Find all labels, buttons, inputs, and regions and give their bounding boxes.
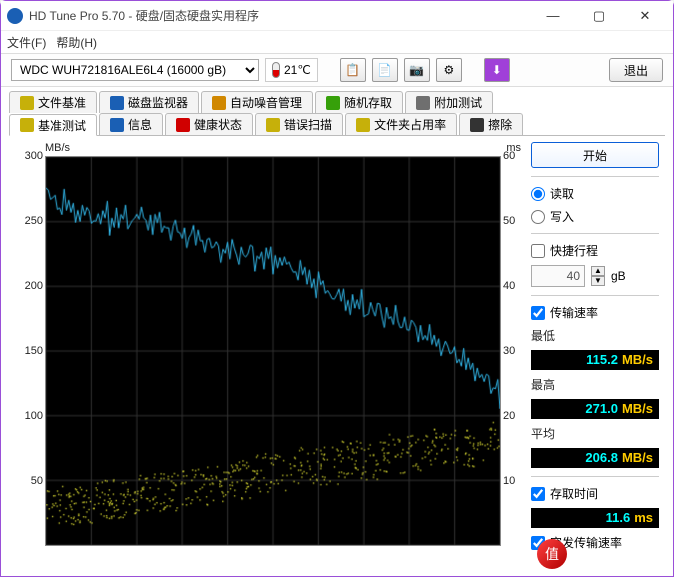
tab-icon [176, 118, 190, 132]
tab-label: 健康状态 [194, 116, 242, 133]
exit-button[interactable]: 退出 [609, 58, 663, 82]
copy-info-button[interactable]: 📄 [372, 58, 398, 82]
titlebar: HD Tune Pro 5.70 - 硬盘/固态硬盘实用程序 ― ▢ ✕ [1, 1, 673, 31]
toolbar: WDC WUH721816ALE6L4 (16000 gB) 21℃ 📋 📄 📷… [1, 53, 673, 87]
temperature-value: 21℃ [284, 63, 311, 77]
close-button[interactable]: ✕ [623, 2, 667, 30]
tab-label: 随机存取 [344, 94, 392, 111]
tab-信息[interactable]: 信息 [99, 113, 163, 135]
min-value: 115.2MB/s [531, 350, 659, 370]
tab-label: 文件夹占用率 [374, 116, 446, 133]
max-label: 最高 [531, 376, 659, 393]
short-stroke-unit: gB [611, 269, 626, 283]
drive-select[interactable]: WDC WUH721816ALE6L4 (16000 gB) [11, 59, 259, 81]
y-axis-left-label: MB/s [45, 142, 70, 154]
maximize-button[interactable]: ▢ [577, 2, 621, 30]
tab-label: 基准测试 [38, 117, 86, 134]
y-left-tick: 250 [17, 215, 43, 227]
tab-磁盘监视器[interactable]: 磁盘监视器 [99, 91, 199, 113]
thermometer-icon [272, 62, 280, 78]
start-button[interactable]: 开始 [531, 142, 659, 168]
tab-icon [266, 118, 280, 132]
window-title: HD Tune Pro 5.70 - 硬盘/固态硬盘实用程序 [29, 7, 531, 24]
write-radio[interactable]: 写入 [531, 208, 659, 225]
tab-icon [212, 96, 226, 110]
y-right-tick: 30 [503, 345, 523, 357]
tab-基准测试[interactable]: 基准测试 [9, 114, 97, 136]
settings-button[interactable]: ⚙ [436, 58, 462, 82]
menu-file[interactable]: 文件(F) [7, 34, 46, 51]
tab-icon [20, 96, 34, 110]
save-button[interactable]: ⬇ [484, 58, 510, 82]
spin-down[interactable]: ▼ [591, 276, 605, 286]
tab-icon [110, 118, 124, 132]
read-radio[interactable]: 读取 [531, 185, 659, 202]
side-panel: 开始 读取 写入 快捷行程 ▲▼ gB 传输速率 最低 115.2MB/s 最高… [531, 142, 659, 562]
chart-area: MB/s ms 30025020015010050 605040302010 [15, 142, 525, 562]
y-right-tick: 60 [503, 150, 523, 162]
burst-rate-checkbox[interactable]: 突发传输速率 [531, 534, 659, 551]
tab-擦除[interactable]: 擦除 [459, 113, 523, 135]
tab-icon [110, 96, 124, 110]
minimize-button[interactable]: ― [531, 2, 575, 30]
tab-健康状态[interactable]: 健康状态 [165, 113, 253, 135]
y-left-tick: 100 [17, 410, 43, 422]
access-time-value: 11.6ms [531, 508, 659, 528]
y-right-tick: 10 [503, 475, 523, 487]
tab-icon [326, 96, 340, 110]
y-left-tick: 300 [17, 150, 43, 162]
avg-value: 206.8MB/s [531, 448, 659, 468]
tabs-row-1: 文件基准 磁盘监视器 自动噪音管理 随机存取 附加测试 [1, 87, 673, 113]
tab-文件夹占用率[interactable]: 文件夹占用率 [345, 113, 457, 135]
tab-随机存取[interactable]: 随机存取 [315, 91, 403, 113]
tab-附加测试[interactable]: 附加测试 [405, 91, 493, 113]
app-icon [7, 8, 23, 24]
y-right-tick: 50 [503, 215, 523, 227]
access-time-checkbox[interactable]: 存取时间 [531, 485, 659, 502]
min-label: 最低 [531, 327, 659, 344]
max-value: 271.0MB/s [531, 399, 659, 419]
tab-label: 信息 [128, 116, 152, 133]
tab-label: 错误扫描 [284, 116, 332, 133]
y-left-tick: 150 [17, 345, 43, 357]
tab-icon [416, 96, 430, 110]
y-left-tick: 200 [17, 280, 43, 292]
tab-label: 擦除 [488, 116, 512, 133]
y-right-tick: 20 [503, 410, 523, 422]
tab-自动噪音管理[interactable]: 自动噪音管理 [201, 91, 313, 113]
spin-up[interactable]: ▲ [591, 266, 605, 276]
menu-bar: 文件(F) 帮助(H) [1, 31, 673, 53]
short-stroke-value [531, 265, 585, 287]
copy-text-button[interactable]: 📋 [340, 58, 366, 82]
y-left-tick: 50 [17, 475, 43, 487]
y-right-tick: 40 [503, 280, 523, 292]
screenshot-button[interactable]: 📷 [404, 58, 430, 82]
temperature: 21℃ [265, 58, 318, 82]
tab-错误扫描[interactable]: 错误扫描 [255, 113, 343, 135]
tab-label: 磁盘监视器 [128, 94, 188, 111]
tab-label: 自动噪音管理 [230, 94, 302, 111]
tab-icon [20, 118, 34, 132]
tab-icon [470, 118, 484, 132]
tabs-row-2: 基准测试 信息 健康状态 错误扫描 文件夹占用率 擦除 [1, 113, 673, 135]
short-stroke-checkbox[interactable]: 快捷行程 [531, 242, 659, 259]
tab-label: 文件基准 [38, 94, 86, 111]
tab-label: 附加测试 [434, 94, 482, 111]
benchmark-chart [45, 156, 501, 546]
tab-icon [356, 118, 370, 132]
menu-help[interactable]: 帮助(H) [56, 34, 97, 51]
tab-文件基准[interactable]: 文件基准 [9, 91, 97, 113]
transfer-rate-checkbox[interactable]: 传输速率 [531, 304, 659, 321]
avg-label: 平均 [531, 425, 659, 442]
